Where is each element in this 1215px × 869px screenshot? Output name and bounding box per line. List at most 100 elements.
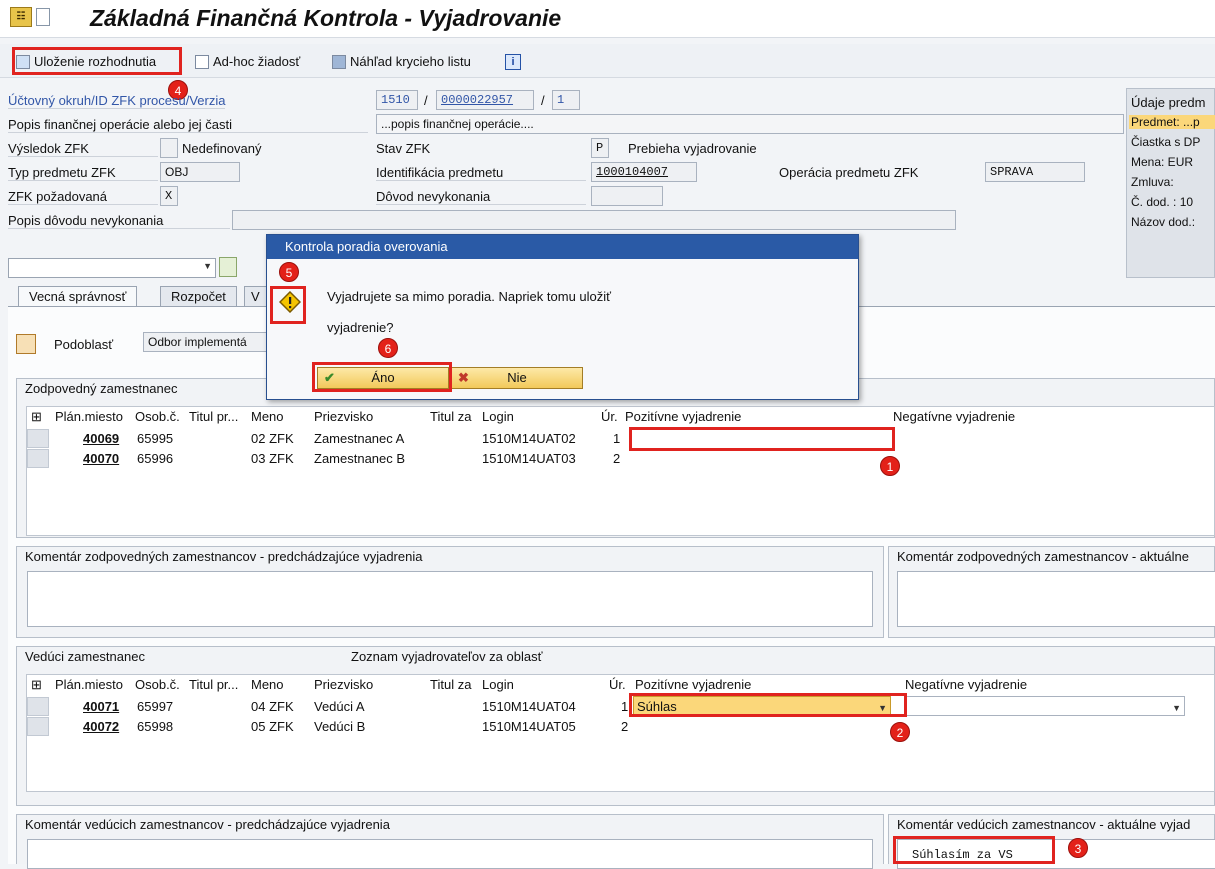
- operation-field: SPRAVA: [985, 162, 1085, 182]
- cover-preview-button[interactable]: Náhľad krycieho listu: [332, 52, 471, 72]
- col-header[interactable]: Negatívne vyjadrenie: [893, 409, 1015, 424]
- col-header[interactable]: Plán.miesto: [55, 409, 123, 424]
- col-header[interactable]: Pozitívne vyjadrenie: [635, 677, 751, 692]
- panel-contract: Zmluva:: [1131, 175, 1174, 189]
- col-header[interactable]: Login: [482, 409, 514, 424]
- col-header[interactable]: Meno: [251, 677, 284, 692]
- required-label: ZFK požadovaná: [8, 189, 158, 205]
- col-header[interactable]: Pozitívne vyjadrenie: [625, 409, 741, 424]
- tab-more[interactable]: V: [244, 286, 267, 308]
- table-cell: 2: [613, 451, 621, 466]
- col-header[interactable]: Plán.miesto: [55, 677, 123, 692]
- table-settings-icon[interactable]: ⊞: [31, 409, 42, 425]
- table-cell: 65998: [137, 719, 174, 734]
- result-value: Nedefinovaný: [182, 141, 262, 156]
- page-title: Základná Finančná Kontrola - Vyjadrovani…: [90, 5, 562, 31]
- col-header[interactable]: Osob.č.: [135, 677, 180, 692]
- managers-table: ⊞ Plán.miesto Osob.č. Titul pr... Meno P…: [26, 674, 1215, 792]
- required-checkbox: X: [160, 186, 178, 206]
- tab-vecna-spravnost[interactable]: Vecná správnosť: [18, 286, 138, 308]
- version-field[interactable]: 1: [552, 90, 580, 110]
- cancel-icon: ✖: [458, 370, 469, 385]
- mgr-prev-comment-area[interactable]: [27, 839, 873, 869]
- table-cell: 1510M14UAT03: [482, 451, 576, 466]
- layout-combo[interactable]: ▼: [8, 258, 216, 278]
- process-id-field[interactable]: 0000022957: [436, 90, 534, 110]
- col-header[interactable]: Titul za: [430, 677, 471, 692]
- row-selector[interactable]: [27, 717, 49, 736]
- sap-menu-icon[interactable]: ☷: [10, 7, 32, 27]
- annotation-box-3: [893, 836, 1055, 864]
- table-cell: 1510M14UAT05: [482, 719, 576, 734]
- mgr-prev-comment-title: Komentár vedúcich zamestnancov - predchá…: [25, 817, 390, 832]
- ident-label: Identifikácia predmetu: [376, 165, 586, 181]
- annotation-badge-1: 1: [880, 456, 900, 476]
- no-button[interactable]: ✖ Nie: [451, 367, 583, 389]
- row-selector[interactable]: [27, 429, 49, 448]
- responsible-title: Zodpovedný zamestnanec: [25, 381, 178, 396]
- col-header[interactable]: Titul pr...: [189, 677, 238, 692]
- col-header[interactable]: Úr.: [609, 677, 626, 692]
- table-cell: 65995: [137, 431, 174, 446]
- annotation-box-4: [12, 47, 182, 75]
- table-settings-icon[interactable]: ⊞: [31, 677, 42, 693]
- row-selector[interactable]: [27, 449, 49, 468]
- col-header[interactable]: Login: [482, 677, 514, 692]
- plan-link[interactable]: 40069: [83, 429, 119, 448]
- annotation-badge-2: 2: [890, 722, 910, 742]
- result-checkbox[interactable]: [160, 138, 178, 158]
- desc-label: Popis finančnej operácie alebo jej časti: [8, 117, 368, 133]
- collapse-icon[interactable]: [16, 334, 36, 354]
- dialog-message-line2: vyjadrenie?: [327, 320, 394, 335]
- info-button[interactable]: i: [505, 52, 521, 72]
- resp-prev-comment-area[interactable]: [27, 571, 873, 627]
- table-cell: 65997: [137, 699, 174, 714]
- col-header[interactable]: Priezvisko: [314, 677, 373, 692]
- panel-amount: Čiastka s DP: [1131, 135, 1201, 149]
- col-header[interactable]: Negatívne vyjadrenie: [905, 677, 1027, 692]
- desc-field[interactable]: ...popis finančnej operácie....: [376, 114, 1124, 134]
- col-header[interactable]: Meno: [251, 409, 284, 424]
- reason-field[interactable]: [591, 186, 663, 206]
- row-selector[interactable]: [27, 697, 49, 716]
- plan-link[interactable]: 40071: [83, 697, 119, 716]
- adhoc-request-button[interactable]: Ad-hoc žiadosť: [195, 52, 300, 72]
- plan-link[interactable]: 40070: [83, 449, 119, 468]
- reason-desc-label: Popis dôvodu nevykonania: [8, 213, 230, 229]
- add-layout-icon[interactable]: [219, 257, 237, 277]
- table-cell: 1510M14UAT04: [482, 699, 576, 714]
- ident-field[interactable]: 1000104007: [591, 162, 697, 182]
- col-header[interactable]: Priezvisko: [314, 409, 373, 424]
- annotation-box-2: [629, 693, 907, 717]
- menu-dropdown-icon[interactable]: [36, 8, 50, 26]
- table-cell: 03 ZFK: [251, 451, 294, 466]
- resp-prev-comment-group: Komentár zodpovedných zamestnancov - pre…: [16, 546, 884, 638]
- chevron-down-icon: ▼: [203, 261, 212, 271]
- col-header[interactable]: Titul za: [430, 409, 471, 424]
- account-code-field[interactable]: 1510: [376, 90, 418, 110]
- subarea-label: Podoblasť: [54, 337, 114, 352]
- resp-prev-comment-title: Komentár zodpovedných zamestnancov - pre…: [25, 549, 423, 564]
- state-label: Stav ZFK: [376, 141, 431, 156]
- table-cell: Zamestnanec A: [314, 431, 405, 446]
- col-header[interactable]: Úr.: [601, 409, 618, 424]
- account-label[interactable]: Účtovný okruh/ID ZFK procesu/Verzia: [8, 93, 226, 109]
- panel-subject[interactable]: Predmet: ...p: [1129, 115, 1215, 129]
- table-cell: Vedúci A: [314, 699, 365, 714]
- tab-rozpocet[interactable]: Rozpočet: [160, 286, 237, 308]
- operation-label: Operácia predmetu ZFK: [779, 165, 919, 180]
- col-header[interactable]: Osob.č.: [135, 409, 180, 424]
- panel-title: Údaje predm: [1131, 95, 1206, 110]
- reason-desc-field[interactable]: [232, 210, 956, 230]
- table-cell: Vedúci B: [314, 719, 366, 734]
- mgr-curr-comment-title: Komentár vedúcich zamestnancov - aktuáln…: [897, 817, 1191, 832]
- subject-info-panel: Údaje predm Predmet: ...p Čiastka s DP M…: [1126, 88, 1215, 278]
- annotation-box-1: [629, 427, 895, 451]
- negative-opinion-select[interactable]: ▼: [905, 696, 1185, 716]
- resp-curr-comment-title: Komentár zodpovedných zamestnancov - akt…: [897, 549, 1189, 564]
- subarea-field[interactable]: Odbor implementá: [143, 332, 267, 352]
- plan-link[interactable]: 40072: [83, 717, 119, 736]
- table-cell: 1: [613, 431, 621, 446]
- resp-curr-comment-area[interactable]: [897, 571, 1215, 627]
- col-header[interactable]: Titul pr...: [189, 409, 238, 424]
